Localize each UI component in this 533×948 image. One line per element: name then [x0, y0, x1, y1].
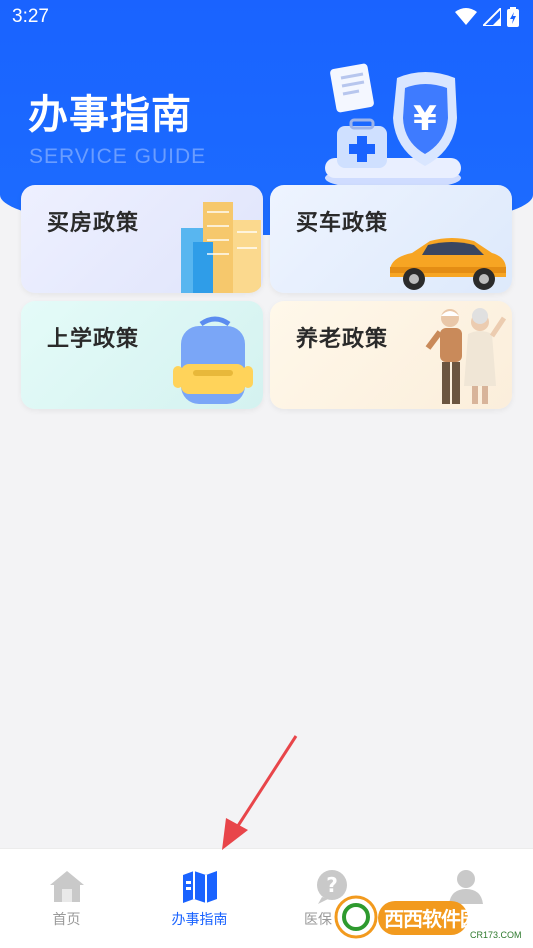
tab-guide[interactable]: 办事指南 — [133, 849, 266, 948]
status-time: 3:27 — [12, 6, 49, 27]
status-icons — [455, 7, 519, 27]
watermark-site: CR173.COM — [470, 930, 522, 940]
card-elderly-policy[interactable]: 养老政策 — [270, 301, 512, 409]
card-label: 买车政策 — [296, 211, 389, 236]
card-car-policy[interactable]: 买车政策 — [270, 185, 512, 293]
page-title: 办事指南 — [28, 92, 192, 138]
card-house-policy[interactable]: 买房政策 — [21, 185, 263, 293]
car-illustration — [390, 238, 506, 290]
card-label: 买房政策 — [47, 211, 140, 236]
tab-label: 办事指南 — [171, 912, 228, 928]
map-guide-icon — [182, 871, 217, 903]
battery-icon — [507, 7, 519, 27]
buildings-illustration — [181, 202, 261, 293]
backpack-illustration — [173, 316, 253, 404]
card-label: 养老政策 — [296, 327, 389, 352]
page-subtitle: SERVICE GUIDE — [29, 145, 207, 168]
svg-text:¥: ¥ — [413, 99, 437, 139]
status-bar: 3:27 — [0, 0, 533, 36]
wifi-icon — [455, 8, 477, 25]
card-school-policy[interactable]: 上学政策 — [21, 301, 263, 409]
elderly-couple-illustration — [425, 308, 507, 404]
watermark-brand: 西西软件园 — [384, 907, 480, 931]
tab-label: 首页 — [52, 912, 81, 928]
shield-medical-illustration: ¥ — [325, 63, 461, 190]
home-icon — [49, 871, 84, 902]
signal-icon — [483, 8, 501, 26]
card-label: 上学政策 — [47, 327, 140, 352]
tab-home[interactable]: 首页 — [0, 849, 133, 948]
